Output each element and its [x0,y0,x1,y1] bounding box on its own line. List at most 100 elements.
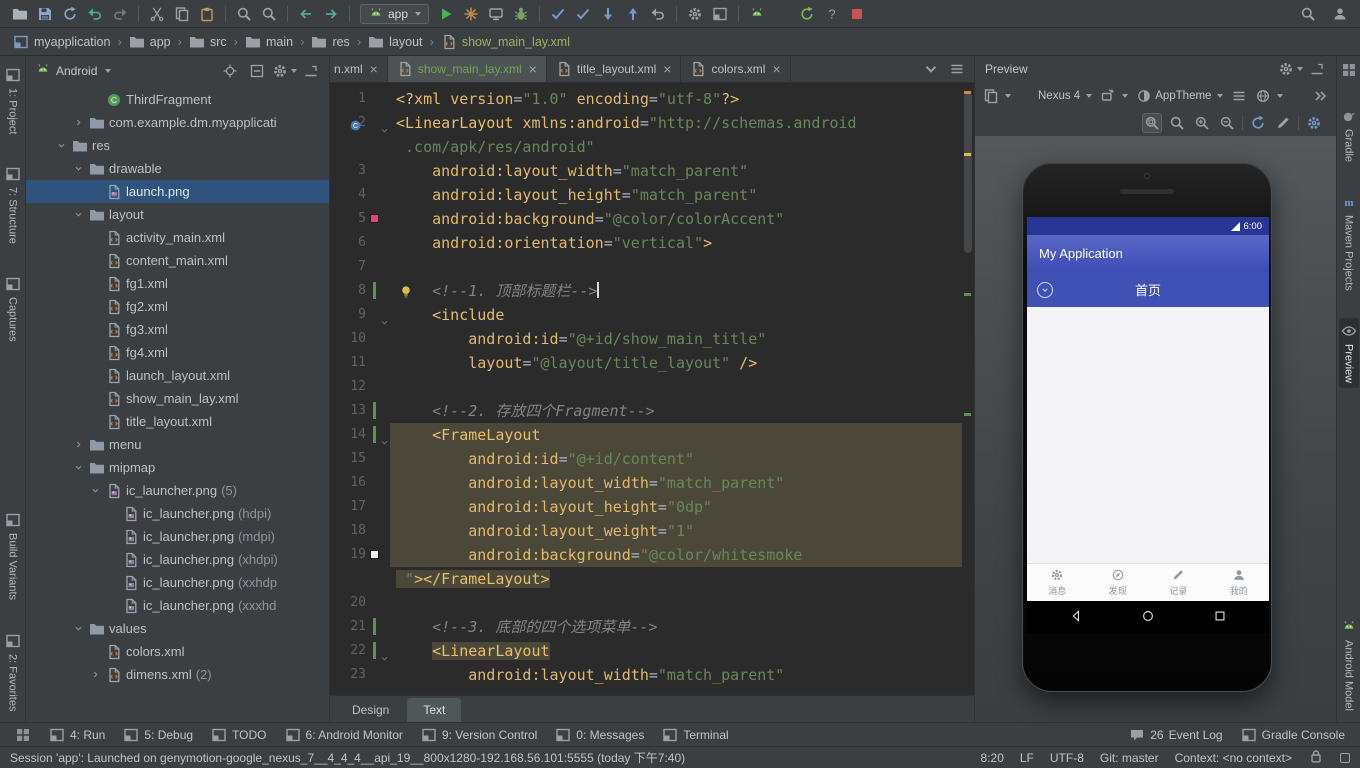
back-button[interactable] [294,2,318,26]
project-structure-button[interactable] [708,2,732,26]
toolwindow-button-todo[interactable]: TODO [202,723,275,746]
breadcrumb-item-main[interactable]: main [242,32,296,52]
vcs-branch[interactable]: Git: master [1100,751,1159,765]
preview-gear-button[interactable] [1304,113,1324,133]
run-config-selector[interactable]: app [360,3,430,24]
tree-item-ic-launcher-png-xxxhd[interactable]: ic_launcher.png (xxxhd [26,594,329,617]
locale-control[interactable] [1255,88,1284,104]
editor-mode-tab-design[interactable]: Design [336,698,405,722]
toolwindow-button-0-messages[interactable]: 0: Messages [546,723,653,746]
search-everywhere-button[interactable] [1296,2,1320,26]
highlighting-level-indicator[interactable] [1340,752,1350,763]
file-encoding[interactable]: UTF-8 [1050,751,1084,765]
find-button[interactable] [232,2,256,26]
synchronize-button[interactable] [58,2,82,26]
tree-item-launch-layout-xml[interactable]: launch_layout.xml [26,364,329,387]
stripe-button-maven-projects[interactable]: Maven Projects [1339,189,1359,296]
tree-item-thirdfragment[interactable]: ThirdFragment [26,88,329,111]
help-button[interactable] [820,2,844,26]
vcs-status-button[interactable] [571,2,595,26]
tree-item-fg1-xml[interactable]: fg1.xml [26,272,329,295]
tree-item-values[interactable]: values [26,617,329,640]
tree-item-ic-launcher-png-xxhdp[interactable]: ic_launcher.png (xxhdp [26,571,329,594]
scroll-to-source-button[interactable] [221,62,239,80]
user-avatar-button[interactable] [1328,2,1352,26]
editor-tab-n-xml[interactable]: n.xml × [330,56,388,82]
save-all-button[interactable] [33,2,57,26]
close-icon[interactable]: × [663,62,671,76]
redo-button[interactable] [108,2,132,26]
lock-indicator[interactable] [1308,748,1324,767]
editor-tab-colors-xml[interactable]: colors.xml × [681,56,791,82]
preview-settings-menu-button[interactable] [1281,60,1303,78]
rollback-button[interactable] [646,2,670,26]
tree-item-menu[interactable]: menu [26,433,329,456]
toolwindow-button-gradle-console[interactable]: Gradle Console [1232,723,1354,746]
sdk-manager-button[interactable] [745,2,769,26]
scrollbar-thumb[interactable] [964,93,972,253]
gradle-sync-button[interactable] [795,2,819,26]
view-options-button[interactable] [275,62,297,80]
run-button[interactable] [434,2,458,26]
toolwindow-button-terminal[interactable]: Terminal [653,723,737,746]
toolwindow-button-9-version-control[interactable]: 9: Version Control [412,723,546,746]
undo-button[interactable] [83,2,107,26]
zoom-out-button[interactable] [1217,113,1237,133]
tree-item-colors-xml[interactable]: colors.xml [26,640,329,663]
toolwindow-button-event-log[interactable]: 26 Event Log [1120,723,1231,746]
stripe-button-android-model[interactable]: Android Model [1339,614,1359,716]
tree-item-fg4-xml[interactable]: fg4.xml [26,341,329,364]
zoom-in-button[interactable] [1192,113,1212,133]
copy-button[interactable] [170,2,194,26]
hide-panel-button[interactable] [302,62,320,80]
replace-button[interactable] [257,2,281,26]
tree-item-res[interactable]: res [26,134,329,157]
breadcrumb-item-layout[interactable]: layout [365,32,425,52]
tree-item-ic-launcher-png-5[interactable]: ic_launcher.png (5) [26,479,329,502]
breadcrumb-item-src[interactable]: src [186,32,230,52]
stripe-button-gradle[interactable]: Gradle [1339,103,1359,167]
editor-tab-title-layout-xml[interactable]: title_layout.xml × [547,56,682,82]
activity-menu-control[interactable] [1231,88,1247,104]
run-with-coverage-button[interactable] [459,2,483,26]
tree-item-layout[interactable]: layout [26,203,329,226]
tool-buttons-toggle[interactable] [1341,62,1357,81]
tree-item-ic-launcher-png-mdpi[interactable]: ic_launcher.png (mdpi) [26,525,329,548]
device-control[interactable]: Nexus 4 [1019,88,1093,104]
tree-item-launch-png[interactable]: launch.png [26,180,329,203]
tree-item-activity-main-xml[interactable]: activity_main.xml [26,226,329,249]
avd-manager-button[interactable] [770,2,794,26]
toolwindow-button-5-debug[interactable]: 5: Debug [114,723,202,746]
editor-tab-show-main-lay-xml[interactable]: show_main_lay.xml × [387,56,547,82]
stop-button[interactable] [845,2,869,26]
close-icon[interactable]: × [772,62,780,76]
tree-item-fg3-xml[interactable]: fg3.xml [26,318,329,341]
tree-item-mipmap[interactable]: mipmap [26,456,329,479]
tree-item-drawable[interactable]: drawable [26,157,329,180]
tree-item-content-main-xml[interactable]: content_main.xml [26,249,329,272]
hide-preview-button[interactable] [1308,60,1326,78]
toolwindow-button-6-android-monitor[interactable]: 6: Android Monitor [276,723,412,746]
update-project-button[interactable] [596,2,620,26]
stripe-button-1-project[interactable]: 1: Project [3,62,23,139]
editor-scrollbar[interactable] [962,83,974,695]
render-options-button[interactable] [1273,113,1293,133]
tool-window-switcher[interactable] [6,723,40,746]
stripe-button-preview[interactable]: Preview [1338,317,1359,388]
overflow-control[interactable] [1312,88,1328,104]
zoom-actual-button[interactable] [1167,113,1187,133]
editor-mode-tab-text[interactable]: Text [407,698,462,722]
tree-item-show-main-lay-xml[interactable]: show_main_lay.xml [26,387,329,410]
vcs-checkout-button[interactable] [546,2,570,26]
refresh-preview-button[interactable] [1248,113,1268,133]
android-monitor-button[interactable] [484,2,508,26]
tree-item-ic-launcher-png-xhdpi[interactable]: ic_launcher.png (xhdpi) [26,548,329,571]
breadcrumb-item-myapplication[interactable]: myapplication [10,32,113,52]
tree-item-dimens-xml-2[interactable]: dimens.xml (2) [26,663,329,686]
toolwindow-button-4-run[interactable]: 4: Run [40,723,114,746]
collapse-all-button[interactable] [248,62,266,80]
editor-tab-menu-button[interactable] [948,60,966,78]
orientation-control[interactable] [1100,88,1129,104]
stripe-button-captures[interactable]: Captures [3,271,23,347]
paste-button[interactable] [195,2,219,26]
